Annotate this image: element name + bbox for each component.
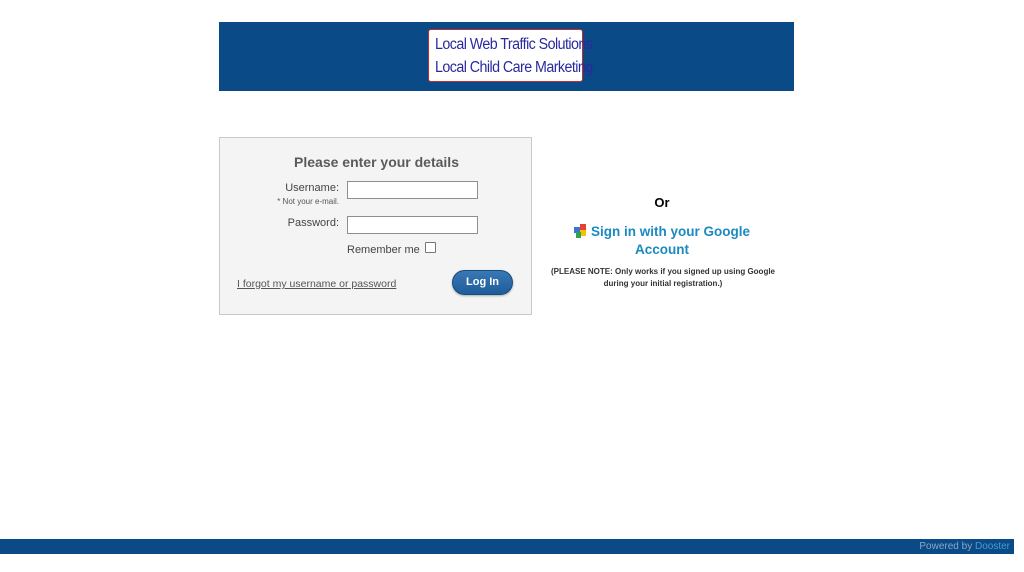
powered-by: Powered by Dooster bbox=[919, 541, 1010, 552]
password-input[interactable] bbox=[347, 216, 478, 234]
logo-line-1: Local Web Traffic Solutions bbox=[435, 36, 593, 53]
or-separator: Or bbox=[654, 195, 670, 210]
google-signin-text: Sign in with your Google Account bbox=[591, 224, 750, 257]
google-note: (PLEASE NOTE: Only works if you signed u… bbox=[550, 267, 775, 288]
site-logo[interactable]: Local Web Traffic Solutions Local Child … bbox=[428, 29, 593, 82]
logo-line-2: Local Child Care Marketing bbox=[435, 59, 593, 76]
login-title: Please enter your details bbox=[294, 154, 459, 170]
remember-me: Remember me bbox=[347, 242, 436, 256]
powered-by-text: Powered by bbox=[919, 541, 973, 552]
brand-link[interactable]: Dooster bbox=[975, 541, 1010, 552]
remember-me-label: Remember me bbox=[347, 244, 420, 256]
password-label: Password: bbox=[287, 217, 339, 229]
header-banner: Local Web Traffic Solutions Local Child … bbox=[219, 22, 794, 91]
username-input[interactable] bbox=[347, 181, 478, 199]
google-icon bbox=[574, 224, 588, 238]
login-button[interactable]: Log In bbox=[452, 270, 513, 295]
username-label: Username: bbox=[285, 182, 339, 194]
login-form: Please enter your details Username: * No… bbox=[219, 137, 532, 315]
username-note: * Not your e-mail. bbox=[277, 197, 339, 206]
remember-me-checkbox[interactable] bbox=[424, 242, 436, 253]
forgot-password-link[interactable]: I forgot my username or password bbox=[237, 278, 396, 290]
footer-bar: Powered by Dooster bbox=[0, 539, 1014, 554]
google-signin-link[interactable]: Sign in with your Google Account bbox=[562, 223, 762, 259]
